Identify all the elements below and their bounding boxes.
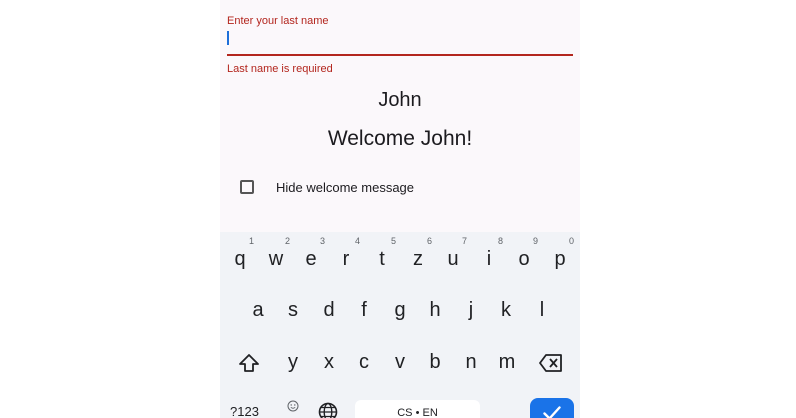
key-label: p <box>554 248 566 270</box>
key-t[interactable]: t5 <box>364 236 400 271</box>
app-screen: Enter your last name Last name is requir… <box>220 0 580 418</box>
key-a[interactable]: a <box>240 299 276 322</box>
welcome-message: Welcome John! <box>327 127 473 150</box>
key-label: u <box>447 248 459 270</box>
key-hint: 6 <box>426 236 432 246</box>
key-hint: 1 <box>248 236 254 246</box>
shift-icon[interactable] <box>238 352 260 374</box>
name-display: John <box>378 89 422 111</box>
key-b[interactable]: b <box>417 351 453 374</box>
key-hint: 5 <box>390 236 396 246</box>
input-underline <box>227 54 573 56</box>
key-f[interactable]: f <box>346 299 382 322</box>
hide-welcome-checkbox[interactable] <box>240 180 254 194</box>
key-v[interactable]: v <box>382 351 418 374</box>
hide-welcome-label[interactable]: Hide welcome message <box>276 180 414 195</box>
key-d[interactable]: d <box>311 299 347 322</box>
key-label: q <box>234 248 246 270</box>
globe-icon[interactable] <box>318 402 338 418</box>
key-z[interactable]: z6 <box>400 236 436 271</box>
key-y[interactable]: y <box>275 351 311 374</box>
key-hint: 0 <box>568 236 574 246</box>
last-name-input[interactable] <box>227 28 573 54</box>
key-label: i <box>486 248 492 270</box>
key-hint: 9 <box>532 236 538 246</box>
enter-button[interactable] <box>530 398 574 418</box>
key-u[interactable]: u7 <box>435 236 471 271</box>
key-w[interactable]: w2 <box>258 236 294 271</box>
key-o[interactable]: o9 <box>506 236 542 271</box>
key-n[interactable]: n <box>453 351 489 374</box>
key-hint: 4 <box>354 236 360 246</box>
key-q[interactable]: q1 <box>222 236 258 271</box>
last-name-error: Last name is required <box>227 63 333 75</box>
space-bar[interactable]: CS • EN <box>355 400 480 418</box>
key-h[interactable]: h <box>417 299 453 322</box>
key-label: t <box>379 248 385 270</box>
key-r[interactable]: r4 <box>328 236 364 271</box>
on-screen-keyboard: q1 w2 e3 r4 t5 z6 u7 i8 o9 p0 a s d f g … <box>220 232 580 418</box>
symbols-key[interactable]: ?123 <box>230 404 259 418</box>
key-hint: 8 <box>497 236 503 246</box>
key-x[interactable]: x <box>311 351 347 374</box>
key-label: z <box>413 248 423 270</box>
key-p[interactable]: p0 <box>542 236 578 271</box>
key-l[interactable]: l <box>524 299 560 322</box>
key-label: w <box>268 248 284 270</box>
checkmark-icon <box>543 406 561 418</box>
key-label: r <box>342 248 350 270</box>
text-cursor <box>227 31 229 45</box>
key-j[interactable]: j <box>453 299 489 322</box>
key-m[interactable]: m <box>489 351 525 374</box>
last-name-label: Enter your last name <box>227 15 329 27</box>
key-hint: 3 <box>319 236 325 246</box>
emoji-icon[interactable] <box>287 399 299 412</box>
key-label: e <box>305 248 317 270</box>
key-label: o <box>518 248 530 270</box>
backspace-icon[interactable] <box>539 354 563 372</box>
key-hint: 7 <box>461 236 467 246</box>
key-s[interactable]: s <box>275 299 311 322</box>
key-c[interactable]: c <box>346 351 382 374</box>
key-hint: 2 <box>284 236 290 246</box>
key-i[interactable]: i8 <box>471 236 507 271</box>
key-k[interactable]: k <box>488 299 524 322</box>
key-e[interactable]: e3 <box>293 236 329 271</box>
key-g[interactable]: g <box>382 299 418 322</box>
